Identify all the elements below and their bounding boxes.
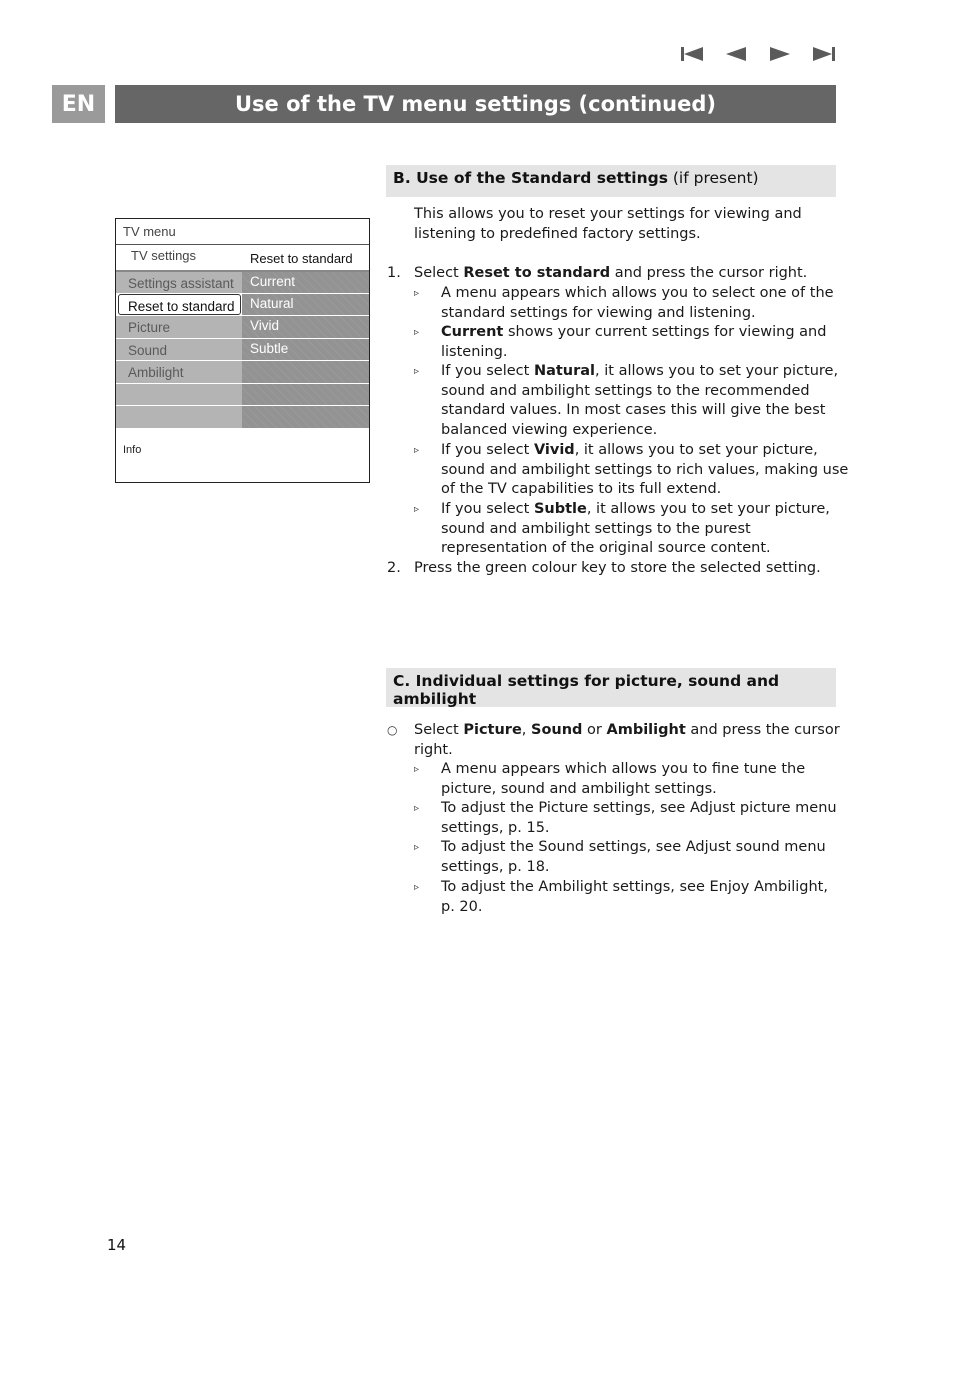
menu-row — [116, 382, 369, 405]
language-tab: EN — [52, 85, 105, 123]
reset-to-standard-header: Reset to standard — [250, 251, 353, 266]
option-vivid[interactable]: Vivid — [242, 316, 369, 338]
first-page-icon — [681, 47, 703, 61]
bullet-b-3: If you select Natural, it allows you to … — [441, 363, 839, 438]
menu-item-picture[interactable]: Picture — [116, 316, 242, 338]
triangle-bullet-icon: ▹ — [414, 366, 420, 377]
menu-row: Picture Vivid — [116, 315, 369, 338]
menu-item-reset-to-standard[interactable]: Reset to standard — [118, 293, 241, 315]
section-c-heading: C. Individual settings for picture, soun… — [386, 668, 836, 708]
triangle-bullet-icon: ▹ — [414, 504, 420, 515]
bullet-b-5: If you select Subtle, it allows you to s… — [441, 501, 830, 557]
section-b-heading-note: (if present) — [667, 169, 759, 187]
step-2-text: Press the green colour key to store the … — [414, 560, 821, 576]
bullet-c-4: To adjust the Ambilight settings, see En… — [441, 879, 828, 915]
previous-page-icon — [726, 47, 746, 61]
intro-line: This allows you to reset your settings f… — [414, 206, 802, 222]
next-page-icon — [770, 47, 790, 61]
triangle-bullet-icon: ▹ — [414, 842, 420, 853]
menu-row — [116, 405, 369, 428]
menu-row: Ambilight — [116, 360, 369, 383]
menu-item-empty — [116, 383, 242, 405]
menu-item-empty — [116, 406, 242, 428]
last-page-button[interactable] — [802, 44, 846, 64]
step-1-text: Select Reset to standard and press the c… — [414, 265, 808, 281]
page-navigation — [670, 44, 846, 64]
option-current[interactable]: Current — [242, 272, 369, 293]
option-empty — [242, 383, 369, 405]
previous-page-button[interactable] — [714, 44, 758, 64]
section-c-main: Select Picture, Sound or Ambilight and p… — [414, 722, 840, 758]
step-1-number: 1. — [387, 265, 401, 281]
bullet-c-2: To adjust the Picture settings, see Adju… — [441, 800, 837, 836]
bullet-c-3: To adjust the Sound settings, see Adjust… — [441, 839, 826, 875]
triangle-bullet-icon: ▹ — [414, 288, 420, 299]
bullet-b-4: If you select Vivid, it allows you to se… — [441, 442, 849, 498]
tv-menu-illustration: TV menu TV settings Reset to standard Se… — [115, 218, 370, 483]
circle-bullet-icon: ○ — [387, 723, 398, 737]
option-natural[interactable]: Natural — [242, 293, 369, 315]
page-title: Use of the TV menu settings (continued) — [115, 85, 836, 123]
option-empty — [242, 361, 369, 383]
menu-row: Sound Subtle — [116, 337, 369, 360]
menu-item-sound[interactable]: Sound — [116, 338, 242, 360]
tv-submenu-header: TV settings Reset to standard — [116, 245, 369, 269]
first-page-button[interactable] — [670, 44, 714, 64]
triangle-bullet-icon: ▹ — [414, 445, 420, 456]
triangle-bullet-icon: ▹ — [414, 764, 420, 775]
menu-item-settings-assistant[interactable]: Settings assistant — [116, 272, 242, 293]
bullet-b-2: Current shows your current settings for … — [441, 324, 827, 360]
section-b-heading: B. Use of the Standard settings (if pres… — [386, 165, 836, 197]
step-2-number: 2. — [387, 560, 401, 576]
bullet-b-1: A menu appears which allows you to selec… — [441, 285, 834, 321]
tv-menu-title: TV menu — [116, 219, 369, 245]
triangle-bullet-icon: ▹ — [414, 882, 420, 893]
intro-line: listening to predefined factory settings… — [414, 225, 701, 242]
menu-row: Reset to standard Natural — [116, 292, 369, 315]
bullet-c-1: A menu appears which allows you to fine … — [441, 761, 806, 797]
tv-settings-label: TV settings — [131, 248, 197, 263]
section-b-heading-bold: B. Use of the Standard settings — [393, 169, 668, 187]
menu-item-ambilight[interactable]: Ambilight — [116, 361, 242, 383]
menu-row: Settings assistant Current — [116, 270, 369, 293]
next-page-button[interactable] — [758, 44, 802, 64]
option-empty — [242, 406, 369, 428]
page-number: 14 — [107, 1236, 127, 1254]
tv-menu-rows: Settings assistant Current Reset to stan… — [116, 270, 369, 428]
section-b-intro: This allows you to reset your settings f… — [414, 205, 802, 244]
tv-menu-info: Info — [123, 444, 142, 456]
triangle-bullet-icon: ▹ — [414, 803, 420, 814]
triangle-bullet-icon: ▹ — [414, 327, 420, 338]
last-page-icon — [813, 47, 835, 61]
option-subtle[interactable]: Subtle — [242, 338, 369, 360]
